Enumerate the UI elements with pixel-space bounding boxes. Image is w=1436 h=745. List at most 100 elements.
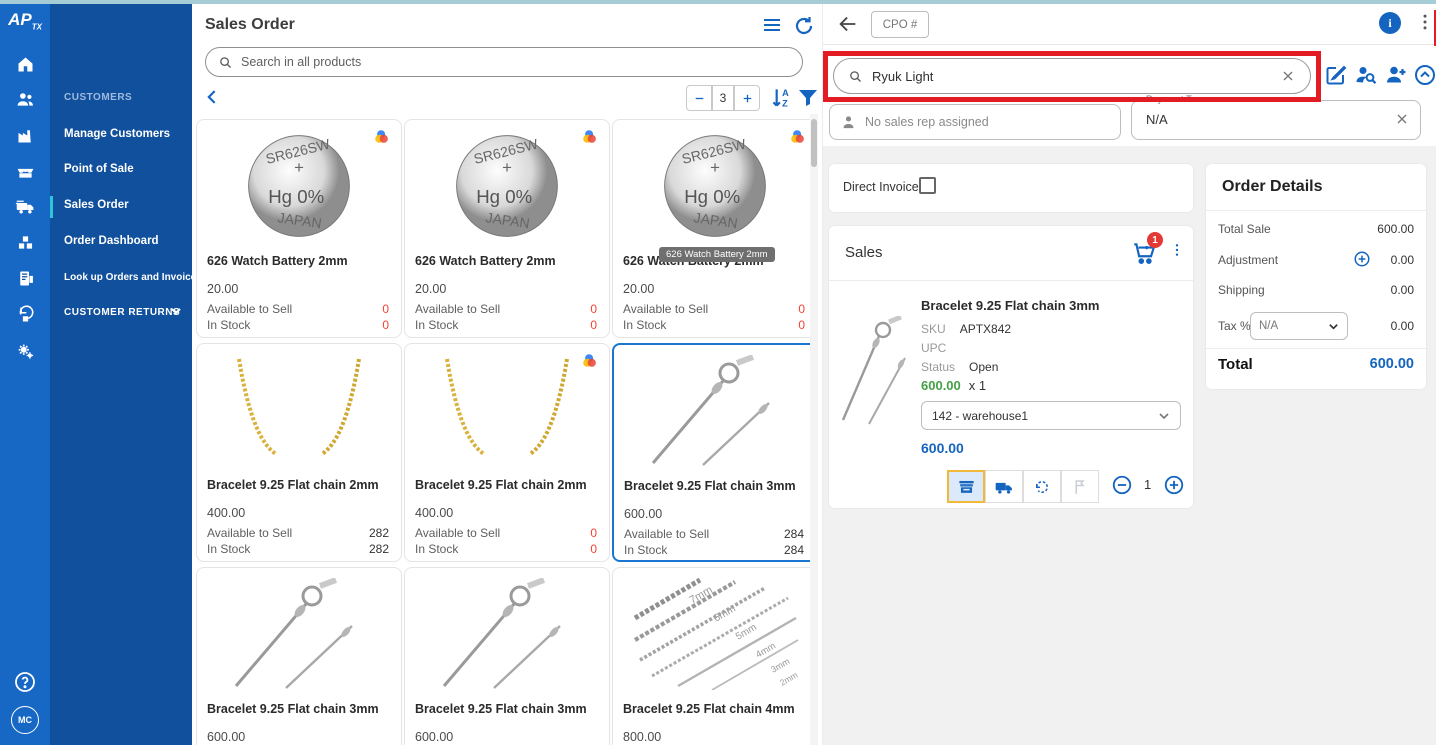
sidebar-menu: CUSTOMERS Manage Customers Point of Sale…	[50, 0, 192, 745]
svg-text:+: +	[710, 158, 720, 177]
collapse-panel-chevron-left-icon[interactable]	[203, 87, 223, 107]
svg-text:+: +	[502, 158, 512, 177]
quantity-decrease-button[interactable]	[1111, 474, 1133, 496]
sidebar-item-order-dashboard[interactable]: Order Dashboard	[64, 235, 159, 247]
invoice-icon[interactable]	[13, 266, 37, 290]
top-accent-strip	[0, 0, 1436, 4]
avatar-initials: MC	[18, 715, 32, 725]
svg-text:3mm: 3mm	[769, 656, 791, 675]
direct-invoice-label: Direct Invoice	[843, 180, 919, 194]
tax-select[interactable]: N/A	[1250, 312, 1348, 340]
available-label: Available to Sell	[415, 526, 500, 540]
product-image-battery: SR626SW+Hg 0%JAPAN	[413, 126, 601, 246]
sidebar-item-manage-customers[interactable]: Manage Customers	[64, 128, 170, 140]
unit-price: 600.00	[921, 378, 961, 393]
adjustment-label: Adjustment	[1218, 253, 1278, 267]
refresh-icon[interactable]	[792, 14, 816, 38]
svg-text:2mm: 2mm	[778, 670, 799, 688]
customers-icon[interactable]	[13, 87, 37, 111]
person-search-icon[interactable]	[1354, 63, 1378, 87]
chevron-down-icon	[1328, 321, 1339, 332]
chevron-down-icon[interactable]	[170, 305, 182, 317]
color-variants-icon	[581, 352, 599, 370]
point-of-sale-icon[interactable]	[13, 159, 37, 183]
reports-icon[interactable]	[13, 123, 37, 147]
product-price: 20.00	[623, 282, 654, 296]
product-price: 20.00	[207, 282, 238, 296]
in-stock-value: 0	[590, 318, 597, 332]
cart-kebab-menu-icon[interactable]	[1169, 242, 1185, 264]
product-card[interactable]: 7mm 6mm 5mm 4mm 3mm 2mm Bracelet 9.25 Fl…	[612, 567, 818, 745]
sidebar-item-lookup-orders[interactable]: Look up Orders and Invoices	[64, 272, 202, 283]
sales-rep-input[interactable]	[865, 115, 1110, 129]
color-variants-icon	[789, 128, 807, 146]
fulfillment-backorder-button[interactable]	[1023, 470, 1061, 503]
product-card[interactable]: SR626SW+Hg 0%JAPAN 626 Watch Battery 2mm…	[612, 119, 818, 338]
product-card[interactable]: Bracelet 9.25 Flat chain 3mm 600.00	[196, 567, 402, 745]
add-adjustment-icon[interactable]	[1353, 250, 1371, 268]
sort-az-icon[interactable]: AZ	[768, 85, 794, 111]
customer-search[interactable]	[833, 58, 1311, 94]
settings-gears-icon[interactable]	[13, 339, 37, 363]
product-card[interactable]: Bracelet 9.25 Flat chain 3mm 600.00	[404, 567, 610, 745]
returns-icon[interactable]	[13, 302, 37, 326]
product-price: 800.00	[623, 730, 661, 744]
customer-search-input[interactable]	[872, 69, 1271, 84]
in-stock-value: 284	[784, 543, 804, 557]
back-arrow-icon[interactable]	[837, 13, 859, 35]
in-stock-value: 0	[382, 318, 389, 332]
line-total: 600.00	[921, 440, 964, 456]
product-price: 400.00	[415, 506, 453, 520]
rotate-icon	[1033, 478, 1051, 496]
sidebar-item-sales-order[interactable]: Sales Order	[64, 199, 129, 211]
sales-cart-card: Sales 1 Bracelet 9.25 Flat chain 3mm SKU…	[829, 226, 1193, 508]
fulfillment-store-button[interactable]	[947, 470, 985, 503]
home-icon[interactable]	[13, 52, 37, 76]
list-view-icon[interactable]	[760, 14, 784, 38]
filter-icon[interactable]	[796, 85, 820, 111]
fulfillment-pickup-button[interactable]	[1061, 470, 1099, 503]
payment-terms-field[interactable]: Payment Terms N/A	[1131, 100, 1421, 140]
available-value: 284	[784, 527, 804, 541]
clear-payment-terms-icon[interactable]	[1394, 111, 1410, 127]
product-price: 20.00	[415, 282, 446, 296]
warehouse-select[interactable]: 142 - warehouse1	[921, 401, 1181, 430]
grid-columns-decrease-button[interactable]	[686, 85, 712, 111]
cpo-number-field[interactable]: CPO #	[871, 11, 929, 38]
sales-rep-field[interactable]	[829, 104, 1121, 140]
product-card[interactable]: SR626SW+Hg 0%JAPAN 626 Watch Battery 2mm…	[404, 119, 610, 338]
store-icon	[957, 477, 976, 496]
collapse-icon[interactable]	[1413, 63, 1436, 87]
help-icon[interactable]	[13, 670, 37, 694]
product-grid: SR626SW+Hg 0%JAPAN 626 Watch Battery 2mm…	[192, 112, 822, 745]
delivery-truck-icon[interactable]	[13, 194, 37, 218]
kebab-menu-icon[interactable]	[1415, 12, 1435, 34]
product-card[interactable]: SR626SW+Hg 0%JAPAN 626 Watch Battery 2mm…	[196, 119, 402, 338]
search-icon	[848, 69, 863, 84]
person-add-icon[interactable]	[1384, 63, 1408, 87]
product-search-input[interactable]	[241, 55, 790, 69]
product-image-silver-chain	[205, 574, 393, 694]
direct-invoice-checkbox[interactable]	[919, 177, 936, 194]
user-avatar[interactable]: MC	[11, 706, 39, 734]
quantity-increase-button[interactable]	[1163, 474, 1185, 496]
sidebar-item-point-of-sale[interactable]: Point of Sale	[64, 163, 134, 175]
grid-scrollbar-thumb[interactable]	[811, 119, 817, 167]
fulfillment-ship-button[interactable]	[985, 470, 1023, 503]
shipping-label: Shipping	[1218, 283, 1265, 297]
inventory-boxes-icon[interactable]	[13, 230, 37, 254]
clear-search-icon[interactable]	[1280, 68, 1296, 84]
edit-icon[interactable]	[1324, 63, 1348, 87]
available-value: 0	[590, 526, 597, 540]
grid-scrollbar[interactable]	[810, 114, 818, 745]
grid-columns-increase-button[interactable]	[734, 85, 760, 111]
warehouse-value: 142 - warehouse1	[932, 409, 1028, 423]
product-card[interactable]: Bracelet 9.25 Flat chain 2mm 400.00 Avai…	[404, 343, 610, 562]
cart-count-badge: 1	[1147, 232, 1163, 248]
product-card[interactable]: Bracelet 9.25 Flat chain 2mm 400.00 Avai…	[196, 343, 402, 562]
product-search[interactable]	[205, 47, 803, 77]
product-card-selected[interactable]: Bracelet 9.25 Flat chain 3mm 600.00 Avai…	[612, 343, 818, 562]
sidebar-item-customer-returns[interactable]: CUSTOMER RETURNS	[64, 307, 180, 318]
info-icon[interactable]: i	[1379, 12, 1401, 34]
product-name: Bracelet 9.25 Flat chain 2mm	[415, 478, 587, 492]
